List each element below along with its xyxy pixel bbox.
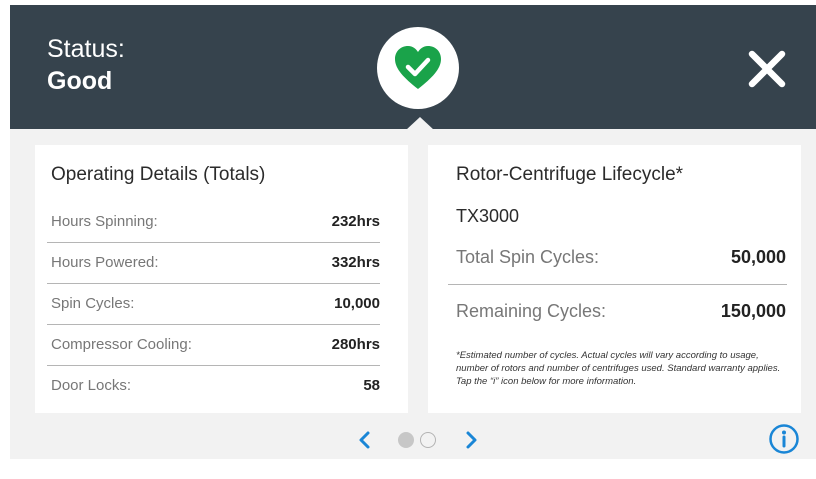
header-pointer [406, 117, 434, 130]
operating-details-title: Operating Details (Totals) [51, 164, 266, 185]
model-name: TX3000 [456, 206, 520, 226]
detail-value: 280hrs [331, 336, 380, 353]
operating-details-card: Operating Details (Totals) Hours Spinnin… [35, 145, 408, 413]
detail-value: 10,000 [334, 295, 380, 312]
status-label: Status: [47, 35, 125, 63]
info-button[interactable] [768, 423, 800, 455]
detail-row-door-locks: Door Locks: 58 [47, 365, 380, 406]
detail-row-spin-cycles: Spin Cycles: 10,000 [47, 283, 380, 325]
detail-row-hours-powered: Hours Powered: 332hrs [47, 242, 380, 284]
chevron-right-icon [466, 431, 477, 449]
total-spin-cycles-value: 50,000 [730, 247, 786, 267]
total-spin-cycles-label: Total Spin Cycles: [456, 247, 600, 267]
remaining-cycles-value: 150,000 [720, 301, 786, 321]
detail-label: Hours Powered: [51, 254, 159, 271]
detail-label: Door Locks: [51, 377, 132, 394]
lifecycle-divider [448, 284, 787, 285]
detail-row-compressor-cooling: Compressor Cooling: 280hrs [47, 324, 380, 366]
page-dot-2[interactable] [420, 432, 436, 448]
heart-check-icon [395, 46, 441, 89]
remaining-cycles-label: Remaining Cycles: [456, 301, 607, 321]
lifecycle-footnote: *Estimated number of cycles. Actual cycl… [456, 350, 781, 387]
detail-value: 332hrs [331, 254, 380, 271]
previous-page-button[interactable] [356, 429, 374, 451]
detail-row-hours-spinning: Hours Spinning: 232hrs [47, 201, 380, 243]
detail-label: Hours Spinning: [51, 213, 158, 230]
detail-value: 58 [363, 377, 380, 394]
detail-label: Spin Cycles: [51, 295, 135, 312]
close-icon [748, 50, 786, 88]
chevron-left-icon [359, 431, 370, 449]
detail-value: 232hrs [331, 213, 380, 230]
next-page-button[interactable] [462, 429, 480, 451]
close-button[interactable] [746, 48, 788, 90]
detail-label: Compressor Cooling: [51, 336, 192, 353]
status-badge [377, 27, 459, 109]
page-dot-1[interactable] [398, 432, 414, 448]
info-icon [769, 424, 799, 454]
status-value: Good [47, 67, 113, 95]
lifecycle-title: Rotor-Centrifuge Lifecycle* [456, 164, 684, 185]
